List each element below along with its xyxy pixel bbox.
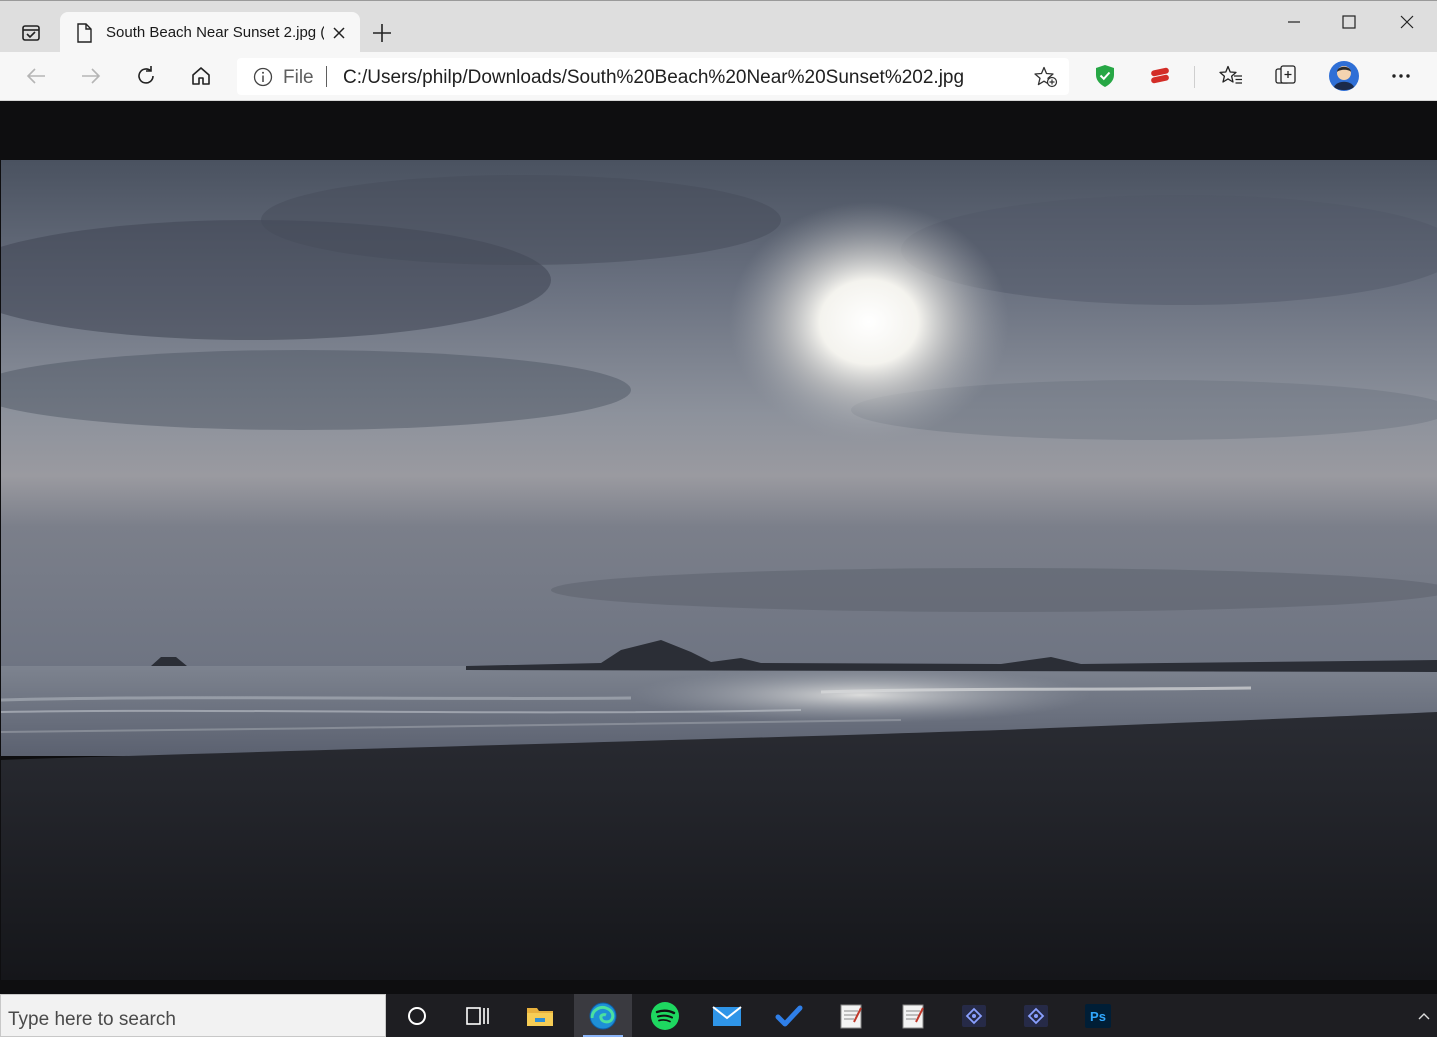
- window-close-icon[interactable]: [1387, 9, 1427, 35]
- address-url[interactable]: C:/Users/philp/Downloads/South%20Beach%2…: [343, 67, 964, 89]
- minimize-icon[interactable]: [1274, 9, 1314, 35]
- toolbar-divider: [1194, 66, 1195, 88]
- svg-text:Ps: Ps: [1090, 1009, 1106, 1024]
- tab-title: South Beach Near Sunset 2.jpg (: [106, 24, 324, 41]
- tab-actions-icon[interactable]: [14, 17, 48, 49]
- cortana-icon[interactable]: [391, 994, 443, 1037]
- todo-icon[interactable]: [763, 994, 815, 1037]
- chevron-up-icon[interactable]: [1410, 994, 1437, 1037]
- info-icon[interactable]: [253, 67, 273, 92]
- collections-icon[interactable]: [1271, 62, 1301, 90]
- photoshop-icon[interactable]: Ps: [1072, 994, 1124, 1037]
- document-icon: [76, 23, 92, 48]
- browser-tab[interactable]: South Beach Near Sunset 2.jpg (: [60, 12, 360, 53]
- search-placeholder: Type here to search: [8, 1009, 176, 1030]
- refresh-icon[interactable]: [131, 62, 161, 90]
- file-explorer-icon[interactable]: [514, 994, 566, 1037]
- title-bar: South Beach Near Sunset 2.jpg (: [0, 0, 1437, 53]
- notepad-app-icon[interactable]: [825, 994, 877, 1037]
- lastpass-extension-icon[interactable]: [1145, 62, 1175, 90]
- task-view-icon[interactable]: [451, 994, 503, 1037]
- displayed-photo: [1, 160, 1437, 980]
- notepad-app-icon-2[interactable]: [887, 994, 939, 1037]
- back-arrow-icon[interactable]: [21, 62, 51, 90]
- page-content: [0, 101, 1437, 994]
- home-icon[interactable]: [186, 62, 216, 90]
- design-app-icon[interactable]: [948, 994, 1000, 1037]
- mail-icon[interactable]: [701, 994, 753, 1037]
- favorites-icon[interactable]: [1216, 62, 1246, 90]
- more-icon[interactable]: [1386, 62, 1416, 90]
- spotify-icon[interactable]: [639, 994, 691, 1037]
- edge-icon[interactable]: [574, 994, 632, 1037]
- plus-icon[interactable]: [370, 21, 394, 45]
- close-icon[interactable]: [330, 24, 348, 42]
- add-favorite-icon[interactable]: [1034, 66, 1058, 93]
- taskbar-search-box[interactable]: Type here to search: [0, 994, 386, 1037]
- forward-arrow-icon[interactable]: [76, 62, 106, 90]
- address-bar[interactable]: File C:/Users/philp/Downloads/South%20Be…: [237, 58, 1069, 95]
- address-scheme: File: [283, 67, 314, 88]
- address-separator: [326, 66, 327, 87]
- design-app-icon-2[interactable]: [1010, 994, 1062, 1037]
- browser-toolbar: File C:/Users/philp/Downloads/South%20Be…: [0, 52, 1437, 101]
- taskbar: Type here to search Ps: [0, 994, 1437, 1037]
- profile-avatar[interactable]: [1328, 60, 1360, 92]
- maximize-icon[interactable]: [1329, 9, 1369, 35]
- shield-extension-icon[interactable]: [1090, 62, 1120, 90]
